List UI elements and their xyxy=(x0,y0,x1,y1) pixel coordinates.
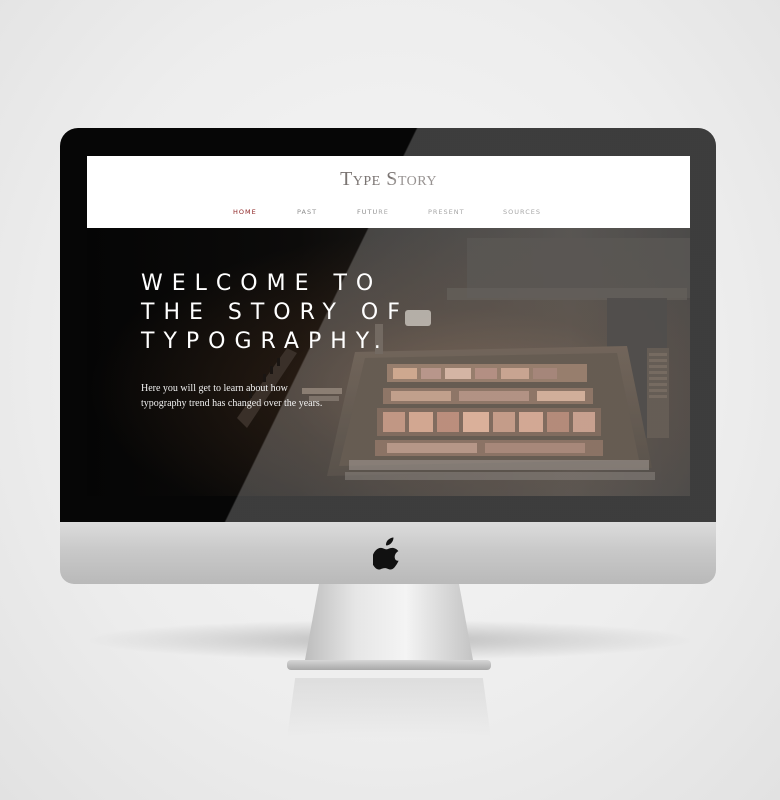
hero-title-line-2: THE STORY OF xyxy=(141,299,409,325)
nav-home[interactable]: HOME xyxy=(233,208,257,216)
apple-logo-icon xyxy=(373,537,399,570)
nav-past[interactable]: PAST xyxy=(297,208,317,216)
monitor-chin xyxy=(60,522,716,584)
monitor-stand xyxy=(287,584,491,670)
imac-monitor: Type Story HOME PAST FUTURE PRESENT SOUR… xyxy=(60,128,716,584)
monitor-bezel: Type Story HOME PAST FUTURE PRESENT SOUR… xyxy=(60,128,716,522)
site-brand[interactable]: Type Story xyxy=(87,168,690,191)
nav-sources[interactable]: SOURCES xyxy=(503,208,541,216)
site-header: Type Story HOME PAST FUTURE PRESENT SOUR… xyxy=(87,156,690,228)
nav-future[interactable]: FUTURE xyxy=(357,208,389,216)
hero-title: WELCOME TO THE STORY OF TYPOGRAPHY. xyxy=(141,269,441,356)
hero-title-line-1: WELCOME TO xyxy=(141,270,383,296)
website-screen: Type Story HOME PAST FUTURE PRESENT SOUR… xyxy=(87,156,690,496)
hero-intro-line-2: typography trend has changed over the ye… xyxy=(141,398,323,409)
hero-intro-line-1: Here you will get to learn about how xyxy=(141,383,288,394)
main-nav: HOME PAST FUTURE PRESENT SOURCES xyxy=(87,208,690,220)
nav-present[interactable]: PRESENT xyxy=(428,208,465,216)
hero-title-line-3: TYPOGRAPHY. xyxy=(141,328,390,354)
hero-intro: Here you will get to learn about how typ… xyxy=(141,381,371,411)
stand-reflection xyxy=(287,678,491,738)
hero-section: WELCOME TO THE STORY OF TYPOGRAPHY. Here… xyxy=(87,228,690,496)
